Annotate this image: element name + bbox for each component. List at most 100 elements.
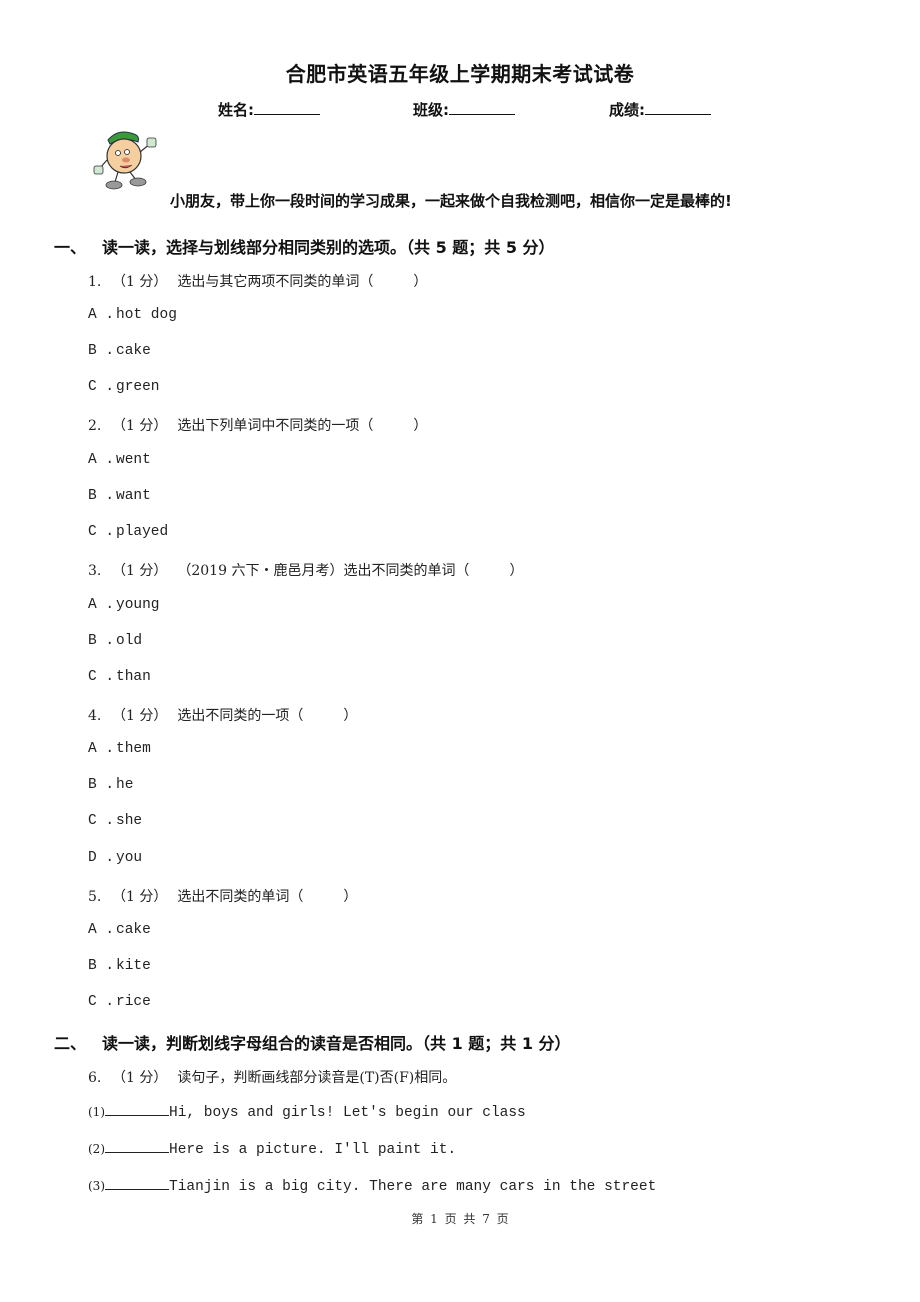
question-prompt: 选出与其它两项不同类的单词（ xyxy=(177,274,374,290)
question-2: 2. （1 分） 选出下列单词中不同类的一项（ ） xyxy=(88,415,427,435)
answer-blank[interactable] xyxy=(105,1140,169,1153)
question-number: 2. xyxy=(88,418,102,434)
question-points: （1 分） xyxy=(112,274,168,290)
option-text: cake xyxy=(116,922,151,938)
option-3c[interactable]: C . than xyxy=(88,669,151,685)
option-4c[interactable]: C . she xyxy=(88,813,142,829)
option-2b[interactable]: B . want xyxy=(88,488,151,504)
option-text: played xyxy=(116,524,169,540)
option-letter: B . xyxy=(88,633,115,649)
name-blank[interactable] xyxy=(254,100,320,115)
option-2a[interactable]: A . went xyxy=(88,452,151,468)
option-letter: A . xyxy=(88,452,115,468)
option-1a[interactable]: A . hot dog xyxy=(88,307,177,323)
option-text: young xyxy=(116,597,160,613)
question-close: ） xyxy=(413,274,428,290)
option-text: he xyxy=(116,777,134,793)
option-5a[interactable]: A . cake xyxy=(88,922,151,938)
section-number: 二、 xyxy=(54,1034,87,1053)
option-1b[interactable]: B . cake xyxy=(88,343,151,359)
answer-blank[interactable] xyxy=(105,1177,169,1190)
section-heading-2: 二、 读一读，判断划线字母组合的读音是否相同。（共 1 题；共 1 分） xyxy=(54,1030,571,1054)
name-label: 姓名: xyxy=(218,101,254,119)
cartoon-mascot-icon xyxy=(90,128,170,192)
question-points: （1 分） xyxy=(112,708,168,724)
option-letter: C . xyxy=(88,379,115,395)
option-letter: A . xyxy=(88,597,115,613)
option-text: want xyxy=(116,488,151,504)
question-close: ） xyxy=(343,889,358,905)
sub-item-2: (2) Here is a picture. I'll paint it. xyxy=(88,1140,456,1158)
option-letter: B . xyxy=(88,958,115,974)
question-6: 6. （1 分） 读句子，判断画线部分读音是(T)否(F)相同。 xyxy=(88,1067,456,1087)
question-close: ） xyxy=(343,708,358,724)
question-prompt: （2019 六下・鹿邑月考）选出不同类的单词（ xyxy=(177,563,470,579)
question-number: 4. xyxy=(88,708,102,724)
score-label: 成绩: xyxy=(609,101,645,119)
option-2c[interactable]: C . played xyxy=(88,524,168,540)
document-title: 合肥市英语五年级上学期期末考试试卷 xyxy=(285,62,635,86)
encouragement-text: 小朋友，带上你一段时间的学习成果，一起来做个自我检测吧，相信你一定是最棒的! xyxy=(170,192,732,210)
class-field: 班级: xyxy=(413,99,515,120)
question-3: 3. （1 分） （2019 六下・鹿邑月考）选出不同类的单词（ ） xyxy=(88,560,523,580)
class-blank[interactable] xyxy=(449,100,515,115)
option-5c[interactable]: C . rice xyxy=(88,994,151,1010)
option-5b[interactable]: B . kite xyxy=(88,958,151,974)
sub-item-text: Hi, boys and girls! Let's begin our clas… xyxy=(169,1105,526,1121)
option-4a[interactable]: A . them xyxy=(88,741,151,757)
option-letter: C . xyxy=(88,669,115,685)
question-4: 4. （1 分） 选出不同类的一项（ ） xyxy=(88,705,357,725)
sub-item-1: (1) Hi, boys and girls! Let's begin our c… xyxy=(88,1103,526,1121)
sub-item-index: (1) xyxy=(88,1105,105,1119)
sub-item-3: (3) Tianjin is a big city. There are many… xyxy=(88,1177,656,1195)
option-letter: C . xyxy=(88,813,115,829)
section-title: 读一读，选择与划线部分相同类别的选项。（共 5 题；共 5 分） xyxy=(102,238,555,257)
question-close: ） xyxy=(413,418,428,434)
name-field: 姓名: xyxy=(218,99,320,120)
score-blank[interactable] xyxy=(645,100,711,115)
option-letter: C . xyxy=(88,994,115,1010)
question-number: 1. xyxy=(88,274,102,290)
question-points: （1 分） xyxy=(112,563,168,579)
option-letter: C . xyxy=(88,524,115,540)
option-text: went xyxy=(116,452,151,468)
option-text: than xyxy=(116,669,151,685)
question-close: ） xyxy=(509,563,524,579)
option-text: cake xyxy=(116,343,151,359)
option-letter: B . xyxy=(88,343,115,359)
question-number: 3. xyxy=(88,563,102,579)
option-4b[interactable]: B . he xyxy=(88,777,133,793)
answer-blank[interactable] xyxy=(105,1103,169,1116)
option-text: them xyxy=(116,741,151,757)
question-1: 1. （1 分） 选出与其它两项不同类的单词（ ） xyxy=(88,271,427,291)
option-text: hot dog xyxy=(116,307,177,323)
option-letter: D . xyxy=(88,850,115,866)
option-4d[interactable]: D . you xyxy=(88,850,142,866)
sub-item-text: Tianjin is a big city. There are many ca… xyxy=(169,1179,657,1195)
question-5: 5. （1 分） 选出不同类的单词（ ） xyxy=(88,886,357,906)
section-number: 一、 xyxy=(54,238,87,257)
option-text: green xyxy=(116,379,160,395)
question-prompt: 选出不同类的一项（ xyxy=(177,708,304,724)
page-number: 第 1 页 共 7 页 xyxy=(411,1212,509,1226)
option-3a[interactable]: A . young xyxy=(88,597,160,613)
option-letter: A . xyxy=(88,922,115,938)
score-field: 成绩: xyxy=(609,99,711,120)
question-points: （1 分） xyxy=(112,1070,168,1086)
question-points: （1 分） xyxy=(112,418,168,434)
option-text: you xyxy=(116,850,143,866)
option-letter: B . xyxy=(88,488,115,504)
question-points: （1 分） xyxy=(112,889,168,905)
option-letter: B . xyxy=(88,777,115,793)
option-text: rice xyxy=(116,994,151,1010)
sub-item-text: Here is a picture. I'll paint it. xyxy=(169,1142,457,1158)
option-letter: A . xyxy=(88,307,115,323)
option-1c[interactable]: C . green xyxy=(88,379,160,395)
class-label: 班级: xyxy=(413,101,449,119)
sub-item-index: (3) xyxy=(88,1179,105,1193)
option-3b[interactable]: B . old xyxy=(88,633,142,649)
question-number: 5. xyxy=(88,889,102,905)
option-text: she xyxy=(116,813,143,829)
section-title: 读一读，判断划线字母组合的读音是否相同。（共 1 题；共 1 分） xyxy=(102,1034,571,1053)
section-heading-1: 一、 读一读，选择与划线部分相同类别的选项。（共 5 题；共 5 分） xyxy=(54,234,555,258)
